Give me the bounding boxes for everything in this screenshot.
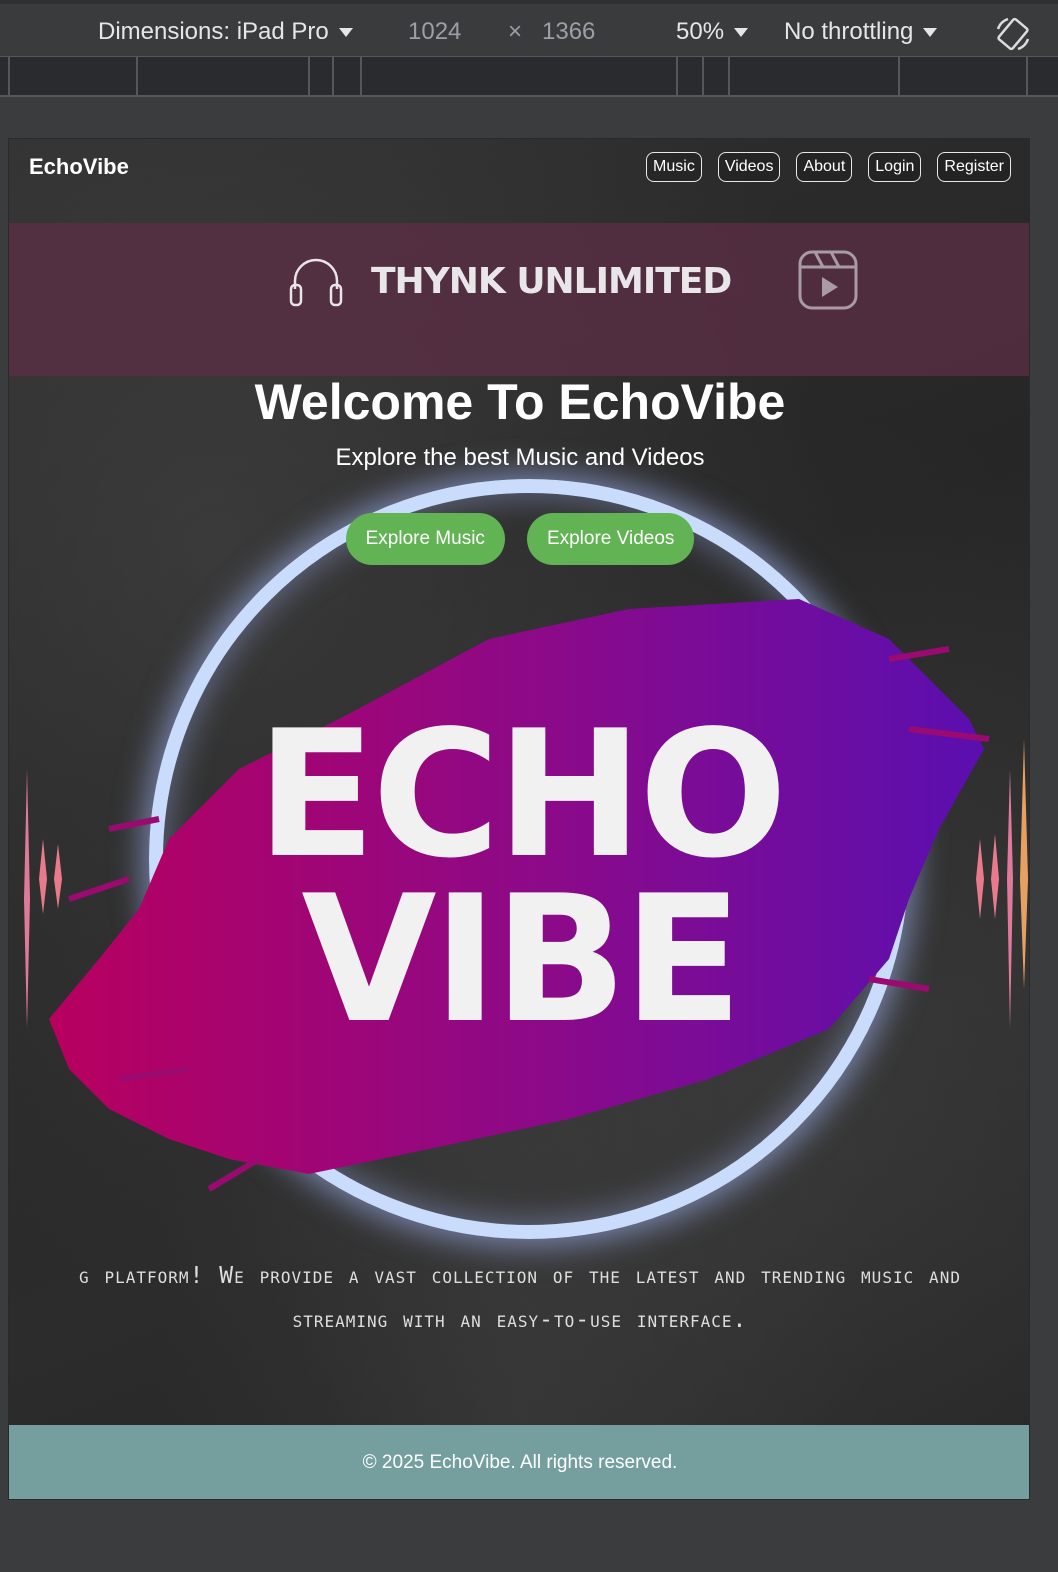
dimensions-dropdown[interactable]: Dimensions: iPad Pro — [98, 18, 353, 46]
video-reel-icon — [798, 250, 858, 310]
throttling-label: No throttling — [784, 18, 914, 45]
banner-title: THYNK UNLIMITED — [371, 261, 732, 302]
chevron-down-icon — [338, 28, 353, 38]
about-marquee: g platform! We provide a vast collection… — [9, 1254, 1029, 1342]
chevron-down-icon — [923, 28, 938, 38]
chevron-down-icon — [734, 28, 749, 38]
headphones-icon — [289, 258, 343, 307]
hero-subtitle: Explore the best Music and Videos — [335, 444, 705, 471]
logo-vibe: VIBE — [301, 859, 742, 1062]
about-line-1: g platform! We provide a vast collection… — [79, 1263, 961, 1289]
times-icon: × — [508, 18, 523, 45]
soundwave-left — [24, 769, 62, 1029]
nav-music[interactable]: Music — [646, 152, 702, 182]
sponsor-banner: THYNK UNLIMITED — [9, 223, 1029, 376]
footer-copyright: © 2025 EchoVibe. All rights reserved. — [362, 1452, 678, 1473]
hero-buttons: Explore Music Explore Videos — [9, 513, 1029, 565]
devtools-toolbar: Dimensions: iPad Pro 1024 × 1366 50% No … — [0, 0, 1058, 57]
about-line-2: streaming with an easy-to-use interface. — [292, 1307, 748, 1333]
dimensions-label: Dimensions: iPad Pro — [98, 18, 329, 45]
explore-music-button[interactable]: Explore Music — [345, 513, 505, 565]
site-brand[interactable]: EchoVibe — [29, 154, 129, 180]
nav-videos[interactable]: Videos — [717, 152, 781, 182]
zoom-dropdown[interactable]: 50% — [676, 18, 749, 46]
zoom-label: 50% — [676, 18, 725, 45]
height-input[interactable]: 1366 — [542, 18, 595, 46]
rotate-icon[interactable] — [994, 15, 1032, 53]
width-input[interactable]: 1024 — [408, 18, 461, 46]
soundwave-right — [976, 739, 1028, 1029]
throttling-dropdown[interactable]: No throttling — [784, 18, 938, 46]
media-query-ruler[interactable] — [0, 57, 1058, 97]
site-footer: © 2025 EchoVibe. All rights reserved. — [9, 1425, 1029, 1499]
nav-login[interactable]: Login — [868, 152, 922, 182]
nav-about[interactable]: About — [796, 152, 853, 182]
hero-title: Welcome To EchoVibe — [254, 374, 786, 430]
nav-links: Music Videos About Login Register — [646, 152, 1011, 182]
page-viewport: EchoVibe Music Videos About Login Regist… — [8, 138, 1030, 1500]
site-navbar: EchoVibe Music Videos About Login Regist… — [9, 139, 1029, 223]
explore-videos-button[interactable]: Explore Videos — [526, 513, 695, 565]
nav-register[interactable]: Register — [937, 152, 1011, 182]
